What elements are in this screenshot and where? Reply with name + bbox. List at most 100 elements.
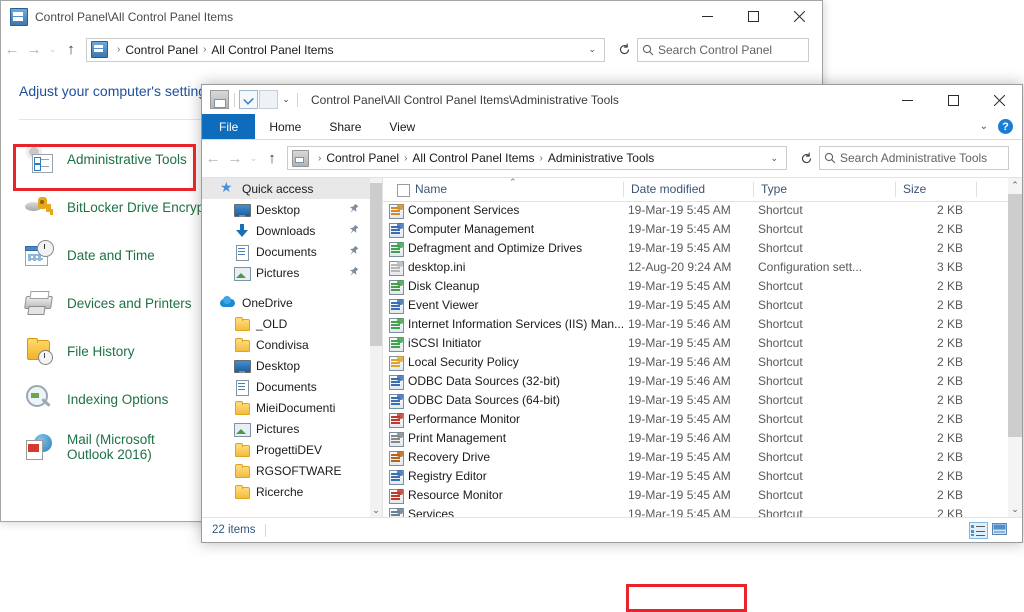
file-row[interactable]: Print Management 19-Mar-19 5:46 AM Shortcu…: [383, 429, 1008, 448]
scroll-up-button[interactable]: ⌃: [1008, 178, 1022, 193]
refresh-button[interactable]: [793, 146, 819, 170]
column-divider[interactable]: [623, 182, 624, 197]
breadcrumb-item-1[interactable]: All Control Panel Items: [412, 151, 534, 165]
explorer-address-bar[interactable]: › Control Panel › All Control Panel Item…: [287, 146, 787, 170]
nav-item-pictures[interactable]: Pictures: [202, 262, 382, 283]
up-button[interactable]: ↑: [60, 39, 82, 61]
minimize-button[interactable]: [684, 1, 730, 32]
control-panel-item-mail[interactable]: Mail (Microsoft Outlook 2016): [1, 423, 211, 471]
file-row[interactable]: Internet Information Services (IIS) Man.…: [383, 315, 1008, 334]
column-divider[interactable]: [976, 182, 977, 197]
nav-item-documents[interactable]: Documents: [202, 241, 382, 262]
sort-ascending-icon: ⌃: [509, 178, 517, 187]
control-panel-address-bar[interactable]: › Control Panel › All Control Panel Item…: [86, 37, 605, 62]
address-dropdown-icon[interactable]: ⌄: [762, 153, 786, 164]
help-icon[interactable]: ?: [998, 119, 1013, 134]
file-row[interactable]: Performance Monitor 19-Mar-19 5:45 AM Shor…: [383, 410, 1008, 429]
maximize-button[interactable]: [930, 85, 976, 116]
pin-icon[interactable]: [349, 225, 358, 235]
scroll-down-button[interactable]: ⌄: [370, 503, 382, 517]
file-row[interactable]: Resource Monitor 19-Mar-19 5:45 AM Shortcu…: [383, 486, 1008, 505]
control-panel-item-indexing-options[interactable]: Indexing Options: [1, 375, 211, 423]
registry-editor-icon: [388, 469, 404, 485]
forward-button[interactable]: →: [224, 147, 246, 169]
file-row[interactable]: Component Services 19-Mar-19 5:45 AM Short…: [383, 201, 1008, 220]
column-header-name[interactable]: Name: [415, 182, 447, 196]
close-button[interactable]: [976, 85, 1022, 116]
nav-item-old[interactable]: _OLD: [202, 313, 382, 334]
properties-icon[interactable]: [239, 90, 258, 109]
nav-item-onedrive[interactable]: OneDrive: [202, 292, 382, 313]
nav-item-quick-access[interactable]: Quick access: [202, 178, 382, 199]
up-button[interactable]: ↑: [261, 147, 283, 169]
breadcrumb-item-1[interactable]: All Control Panel Items: [211, 43, 333, 57]
nav-item-mieidocumenti[interactable]: MieiDocumenti: [202, 397, 382, 418]
file-row[interactable]: Recovery Drive 19-Mar-19 5:45 AM Shortcut 2…: [383, 448, 1008, 467]
recent-locations-button[interactable]: ⌄: [45, 39, 60, 61]
nav-item-desktop[interactable]: Desktop: [202, 355, 382, 376]
nav-item-downloads[interactable]: Downloads: [202, 220, 382, 241]
recent-locations-button[interactable]: ⌄: [246, 147, 261, 169]
forward-button[interactable]: →: [23, 39, 45, 61]
select-all-checkbox[interactable]: [397, 184, 410, 197]
minimize-button[interactable]: [884, 85, 930, 116]
navigation-pane-scrollbar[interactable]: ⌄: [370, 178, 382, 517]
file-row[interactable]: ODBC Data Sources (32-bit) 19-Mar-19 5:46…: [383, 372, 1008, 391]
breadcrumb-item-0[interactable]: Control Panel: [125, 43, 198, 57]
refresh-button[interactable]: [611, 38, 637, 62]
file-row[interactable]: Defragment and Optimize Drives 19-Mar-19 …: [383, 239, 1008, 258]
tab-home[interactable]: Home: [255, 114, 315, 139]
file-row[interactable]: Event Viewer 19-Mar-19 5:45 AM Shortcut 2 K…: [383, 296, 1008, 315]
nav-item-rgsoftware[interactable]: RGSOFTWARE: [202, 460, 382, 481]
nav-item-documents[interactable]: Documents: [202, 376, 382, 397]
control-panel-search-box[interactable]: Search Control Panel: [637, 37, 809, 62]
large-icons-view-button[interactable]: [991, 522, 1010, 539]
file-row[interactable]: Local Security Policy 19-Mar-19 5:46 AM Sh…: [383, 353, 1008, 372]
maximize-button[interactable]: [730, 1, 776, 32]
file-row[interactable]: ODBC Data Sources (64-bit) 19-Mar-19 5:45…: [383, 391, 1008, 410]
column-header-size[interactable]: Size: [903, 182, 926, 196]
details-view-button[interactable]: [969, 521, 988, 539]
divider: [265, 523, 267, 537]
file-row[interactable]: Computer Management 19-Mar-19 5:45 AM Shor…: [383, 220, 1008, 239]
scrollbar-thumb[interactable]: [1008, 194, 1022, 437]
close-button[interactable]: [776, 1, 822, 32]
pin-icon[interactable]: [349, 246, 358, 256]
back-button[interactable]: ←: [1, 39, 23, 61]
nav-item-progettidev[interactable]: ProgettiDEV: [202, 439, 382, 460]
chevron-down-icon[interactable]: ⌄: [980, 121, 988, 132]
control-panel-item-date-and-time[interactable]: Date and Time: [1, 231, 211, 279]
file-row[interactable]: Disk Cleanup 19-Mar-19 5:45 AM Shortcut 2 K…: [383, 277, 1008, 296]
tab-share[interactable]: Share: [315, 114, 375, 139]
address-dropdown-icon[interactable]: ⌄: [580, 44, 604, 55]
nav-item-condivisa[interactable]: Condivisa: [202, 334, 382, 355]
column-divider[interactable]: [895, 182, 896, 197]
folder-icon: [234, 463, 250, 479]
pictures-icon: [234, 421, 251, 437]
breadcrumb-item-0[interactable]: Control Panel: [326, 151, 399, 165]
file-row[interactable]: Registry Editor 19-Mar-19 5:45 AM Shortcut…: [383, 467, 1008, 486]
customize-dropdown-icon[interactable]: ⌄: [279, 94, 293, 105]
control-panel-item-file-history[interactable]: File History: [1, 327, 211, 375]
back-button[interactable]: ←: [202, 147, 224, 169]
column-divider[interactable]: [753, 182, 754, 197]
column-header-date-modified[interactable]: Date modified: [631, 182, 705, 196]
control-panel-item-devices-and-printers[interactable]: Devices and Printers: [1, 279, 211, 327]
nav-item-pictures[interactable]: Pictures: [202, 418, 382, 439]
scrollbar-thumb[interactable]: [370, 183, 382, 346]
file-row[interactable]: desktop.ini 12-Aug-20 9:24 AM Configuratio…: [383, 258, 1008, 277]
scroll-down-button[interactable]: ⌄: [1008, 502, 1022, 517]
nav-item-ricerche[interactable]: Ricerche: [202, 481, 382, 502]
file-row[interactable]: Services 19-Mar-19 5:45 AM Shortcut 2 KB: [383, 505, 1008, 517]
new-folder-icon[interactable]: [259, 90, 278, 109]
file-row[interactable]: iSCSI Initiator 19-Mar-19 5:45 AM Shortcut…: [383, 334, 1008, 353]
breadcrumb-item-2[interactable]: Administrative Tools: [548, 151, 655, 165]
nav-item-desktop[interactable]: Desktop: [202, 199, 382, 220]
tab-file[interactable]: File: [202, 114, 256, 139]
explorer-search-box[interactable]: Search Administrative Tools: [819, 146, 1009, 170]
column-header-type[interactable]: Type: [761, 182, 787, 196]
pin-icon[interactable]: [349, 267, 358, 277]
pin-icon[interactable]: [349, 204, 358, 214]
tab-view[interactable]: View: [375, 114, 429, 139]
file-list-scrollbar[interactable]: ⌃ ⌄: [1008, 178, 1022, 517]
